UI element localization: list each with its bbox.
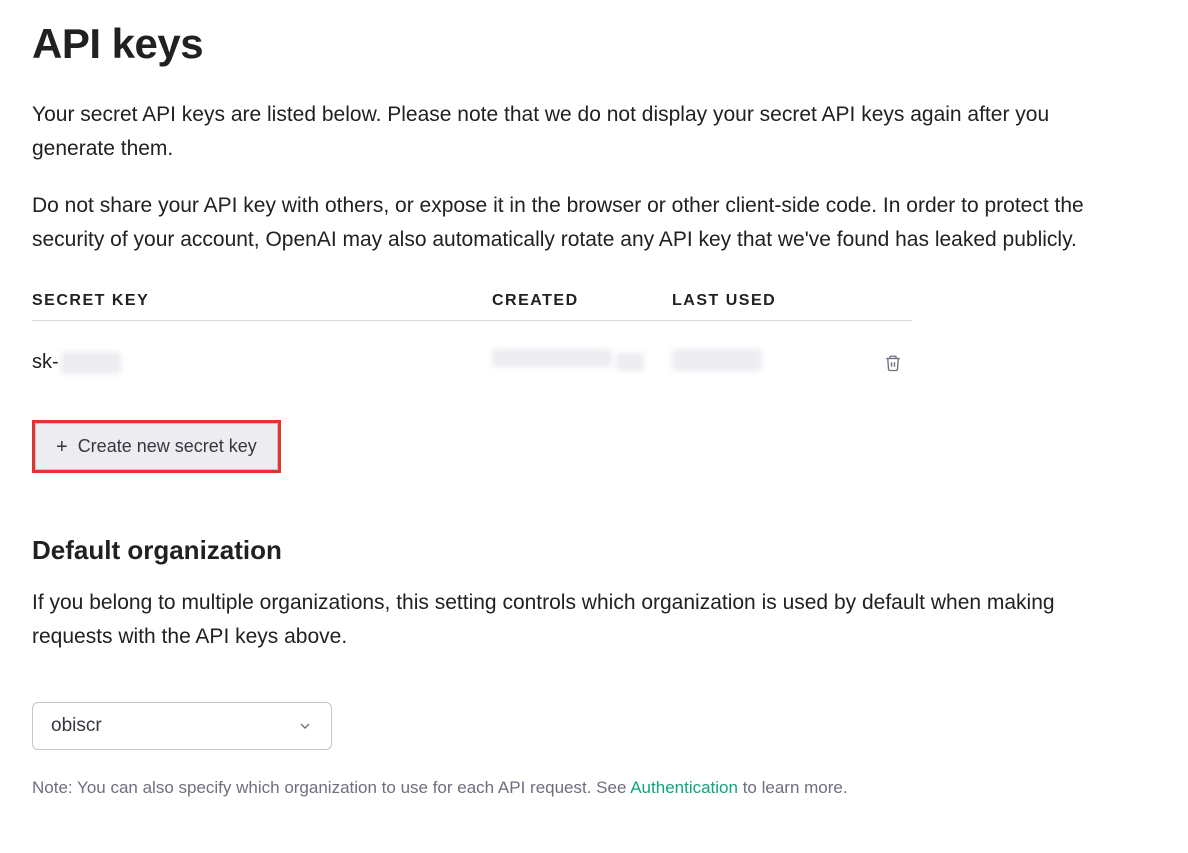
redacted-key xyxy=(61,352,121,374)
trash-icon[interactable] xyxy=(884,353,902,373)
redacted-created xyxy=(492,349,612,367)
key-prefix-text: sk- xyxy=(32,351,59,374)
page-title: API keys xyxy=(32,20,1156,68)
api-keys-table: SECRET KEY CREATED LAST USED sk- xyxy=(32,292,912,396)
description-2: Do not share your API key with others, o… xyxy=(32,189,1132,256)
header-secret-key: SECRET KEY xyxy=(32,292,492,310)
last-used-cell xyxy=(672,349,852,376)
org-note: Note: You can also specify which organiz… xyxy=(32,778,1156,798)
create-button-label: Create new secret key xyxy=(78,436,257,457)
note-prefix: Note: You can also specify which organiz… xyxy=(32,778,630,797)
redacted-last-used xyxy=(672,349,762,371)
key-cell: sk- xyxy=(32,351,492,374)
table-row: sk- xyxy=(32,321,912,396)
note-suffix: to learn more. xyxy=(738,778,848,797)
plus-icon: + xyxy=(56,437,68,457)
header-last-used: LAST USED xyxy=(672,292,852,310)
org-select-value: obiscr xyxy=(51,715,102,737)
actions-cell xyxy=(852,353,912,373)
create-secret-key-button[interactable]: + Create new secret key xyxy=(35,423,278,470)
description-1: Your secret API keys are listed below. P… xyxy=(32,98,1132,165)
redacted-created-2 xyxy=(616,353,644,371)
table-header: SECRET KEY CREATED LAST USED xyxy=(32,292,912,321)
created-cell xyxy=(492,349,672,376)
default-org-title: Default organization xyxy=(32,535,1156,566)
org-select[interactable]: obiscr xyxy=(32,702,332,750)
authentication-link[interactable]: Authentication xyxy=(630,778,738,797)
chevron-down-icon xyxy=(297,718,313,734)
header-created: CREATED xyxy=(492,292,672,310)
default-org-description: If you belong to multiple organizations,… xyxy=(32,586,1132,653)
create-button-highlight: + Create new secret key xyxy=(32,420,281,473)
